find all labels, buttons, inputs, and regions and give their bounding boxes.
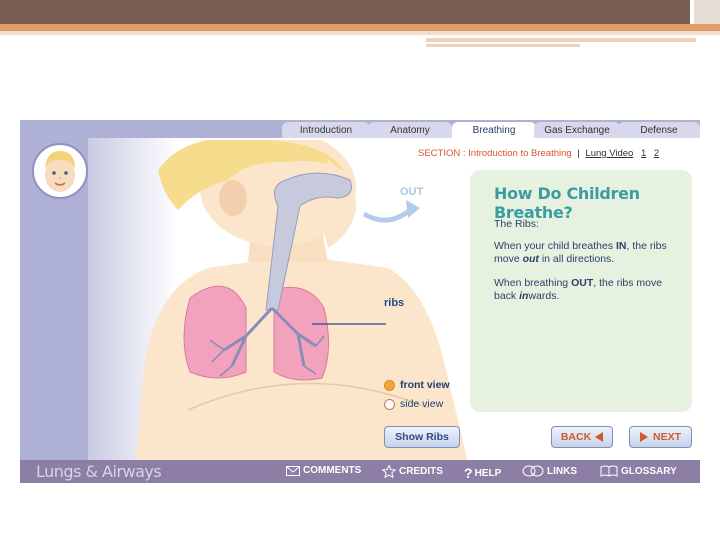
slide-accent-line-light [0,31,720,35]
credits-link[interactable]: CREDITS [382,465,443,478]
next-button[interactable]: NEXT [629,426,692,448]
app-brand: Lungs & Airways [36,462,162,481]
info-panel: How Do Children Breathe? The Ribs: When … [470,170,692,412]
back-button[interactable]: BACK [551,426,613,448]
side-view-radio[interactable] [384,398,395,410]
panel-paragraph-in: When your child breathes IN, the ribs mo… [494,240,667,265]
slide-accent-stroke-short [426,44,580,47]
slide-accent-stroke [426,38,696,42]
tab-defense[interactable]: Defense [618,122,700,138]
star-icon [382,465,396,478]
tab-bar: Introduction Anatomy Breathing Gas Excha… [20,120,700,138]
front-view-radio[interactable] [384,379,395,391]
back-label: BACK [560,431,592,443]
links-icon [522,465,544,477]
panel-title: How Do Children Breathe? [494,184,640,222]
question-icon: ? [464,465,473,481]
comments-link[interactable]: COMMENTS [286,465,361,476]
child-avatar-icon [32,143,88,199]
out-label: OUT [400,186,424,198]
tab-gas-exchange[interactable]: Gas Exchange [534,122,620,138]
child-lungs-illustration [136,140,468,462]
show-ribs-button[interactable]: Show Ribs [384,426,460,448]
triangle-left-icon [595,432,604,442]
tab-introduction[interactable]: Introduction [282,122,370,138]
front-view-option[interactable]: front view [384,379,450,391]
links-link[interactable]: LINKS [522,465,577,477]
slide-header-bar [0,0,720,24]
side-view-option[interactable]: side view [384,398,443,410]
slide-accent-line [0,24,720,31]
triangle-right-icon [639,432,648,442]
lung-video-link[interactable]: Lung Video [585,148,633,159]
front-view-label: front view [400,379,450,391]
page-link-2[interactable]: 2 [654,148,659,159]
next-label: NEXT [652,431,681,443]
page-link-1[interactable]: 1 [641,148,646,159]
book-icon [600,465,618,477]
bottom-bar: Lungs & Airways COMMENTS CREDITS ? HELP … [20,460,700,483]
panel-subtitle: The Ribs: [494,218,539,230]
panel-paragraph-out: When breathing OUT, the ribs move back i… [494,277,663,302]
envelope-icon [286,465,300,476]
tab-anatomy[interactable]: Anatomy [368,122,452,138]
help-link[interactable]: ? HELP [464,465,501,481]
glossary-link[interactable]: GLOSSARY [600,465,677,477]
tab-breathing[interactable]: Breathing [452,122,536,138]
ribs-label: ribs [384,297,405,309]
side-view-label: side view [400,398,444,410]
lungs-airways-app: Introduction Anatomy Breathing Gas Excha… [20,120,700,483]
